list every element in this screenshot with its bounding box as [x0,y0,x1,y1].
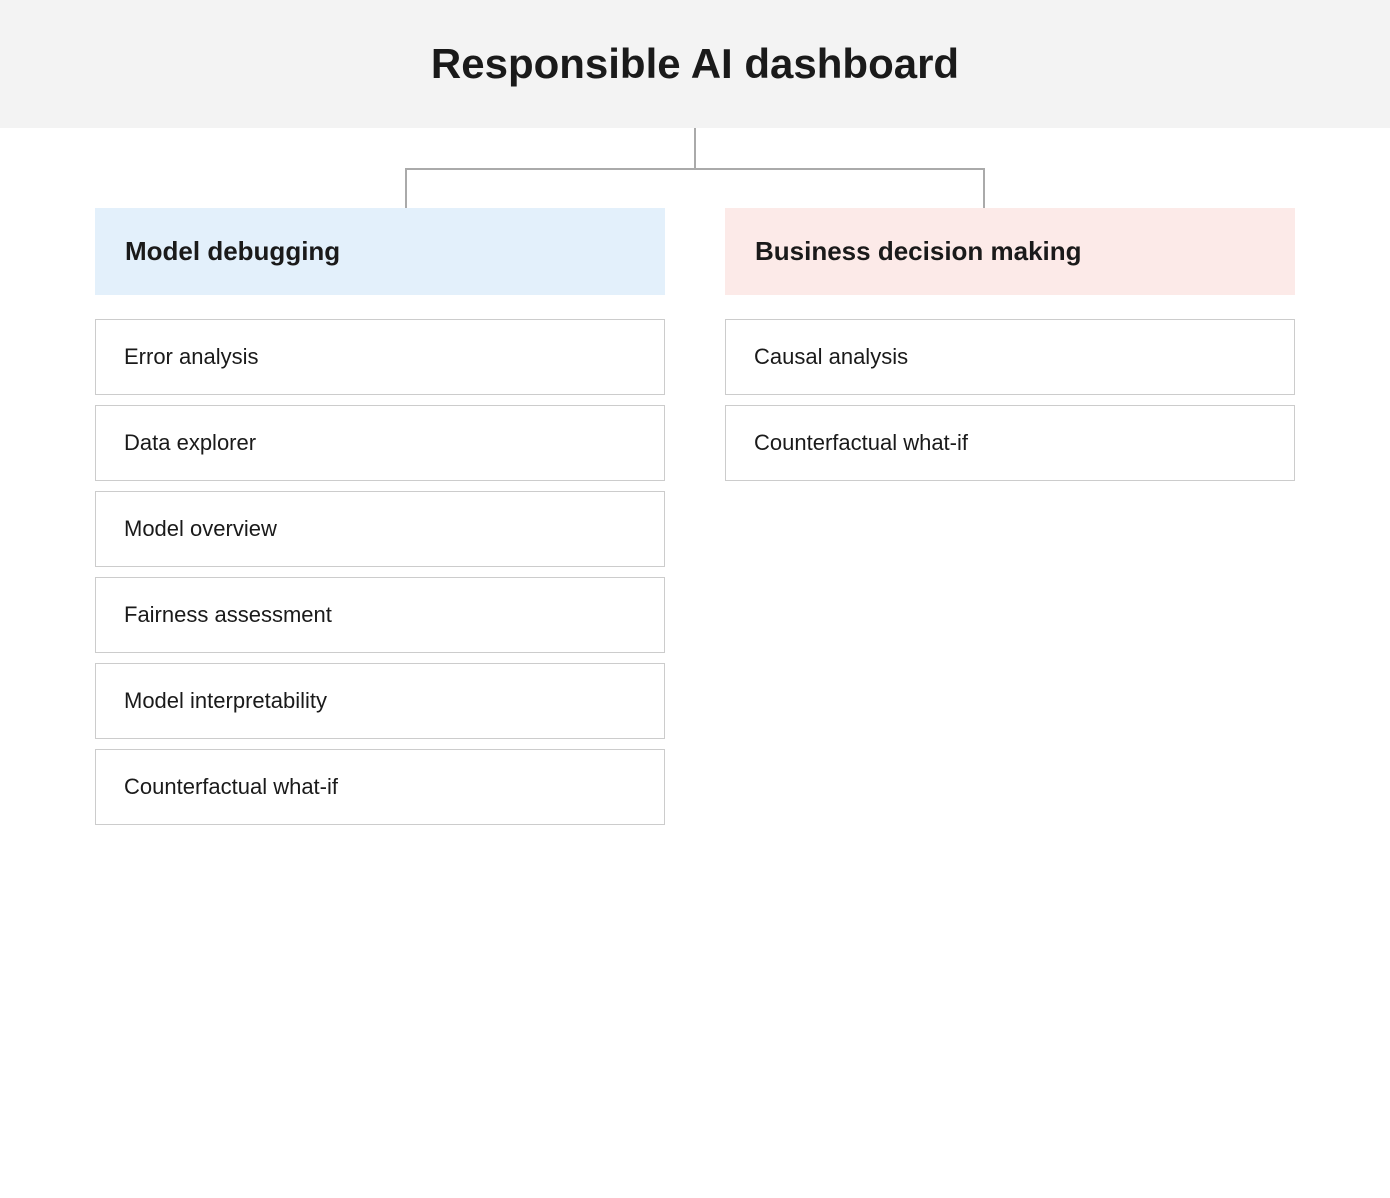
top-connector-line [694,128,696,168]
list-item[interactable]: Model interpretability [95,663,665,739]
model-debugging-column: Model debugging Error analysis Data expl… [95,208,665,825]
list-item[interactable]: Data explorer [95,405,665,481]
business-decision-column: Business decision making Causal analysis… [725,208,1295,481]
list-item[interactable]: Model overview [95,491,665,567]
branch-lines [265,168,1125,208]
columns-container: Model debugging Error analysis Data expl… [95,208,1295,825]
horizontal-branch-line [405,168,985,170]
right-branch-connector [983,168,985,208]
diagram-container: Model debugging Error analysis Data expl… [0,128,1390,825]
page-title-container: Responsible AI dashboard [0,0,1390,128]
page-title: Responsible AI dashboard [20,40,1370,88]
business-decision-header: Business decision making [725,208,1295,295]
model-debugging-header: Model debugging [95,208,665,295]
list-item[interactable]: Fairness assessment [95,577,665,653]
left-branch-connector [405,168,407,208]
list-item[interactable]: Causal analysis [725,319,1295,395]
list-item[interactable]: Error analysis [95,319,665,395]
list-item[interactable]: Counterfactual what-if [725,405,1295,481]
list-item[interactable]: Counterfactual what-if [95,749,665,825]
